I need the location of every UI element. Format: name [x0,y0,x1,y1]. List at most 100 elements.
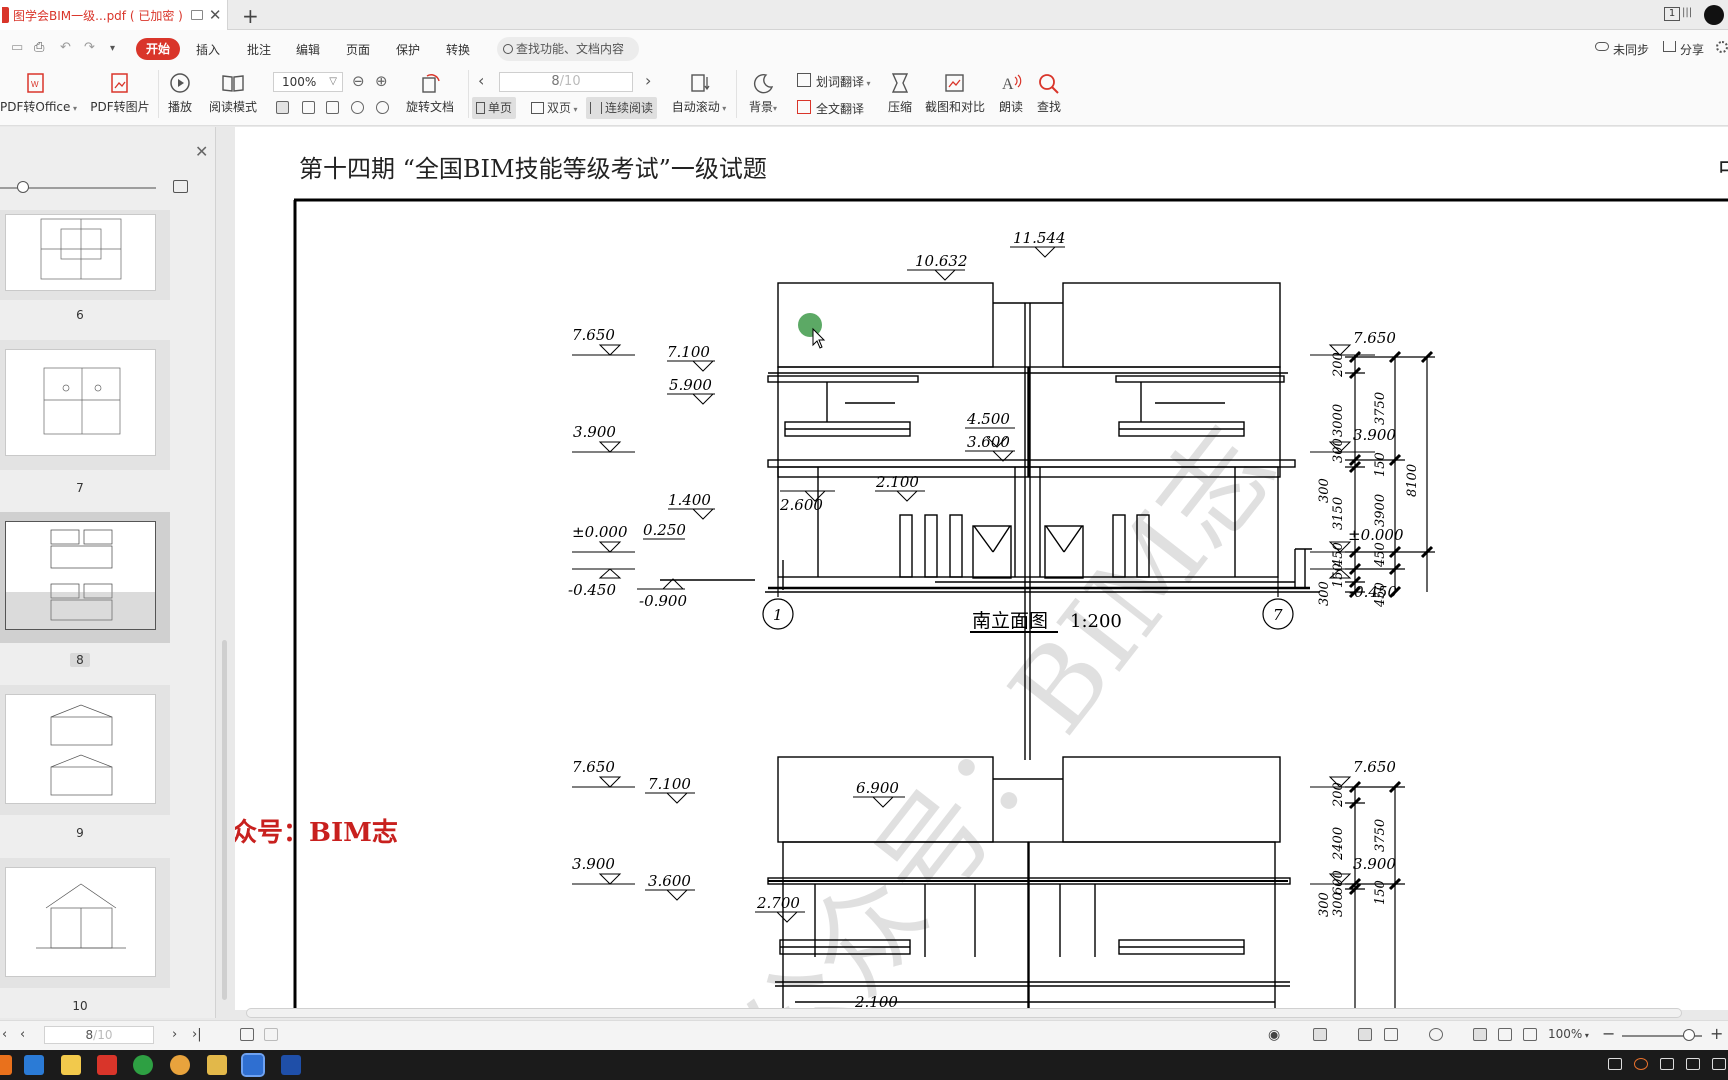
share-button[interactable]: 分享 [1680,41,1704,58]
taskbar-app-icon[interactable] [97,1055,117,1075]
close-icon[interactable]: ✕ [195,142,208,161]
document-tab[interactable]: 图学会BIM一级...pdf ( 已加密 ) ✕ [0,0,228,30]
tray-icon[interactable] [1608,1058,1622,1070]
play-icon[interactable] [1429,1028,1443,1041]
new-tab-button[interactable]: + [242,4,259,28]
next-page-icon[interactable]: › [172,1027,177,1042]
taskbar-app-icon[interactable] [61,1055,81,1075]
fit-width-icon[interactable] [1523,1028,1537,1041]
search-input[interactable]: 查找功能、文档内容 [497,37,639,61]
compress-button[interactable]: 压缩 [884,72,916,115]
menu-protect[interactable]: 保护 [396,41,420,58]
sync-status[interactable]: 未同步 [1613,41,1649,58]
actual-size-icon[interactable] [276,101,289,114]
forward-icon[interactable] [264,1028,278,1041]
thumbnail-page-10[interactable] [0,858,170,988]
dimension-label: 3900 [1373,494,1388,527]
revit-icon[interactable] [281,1055,301,1075]
prev-page-icon[interactable]: ‹ [20,1027,25,1042]
tab-window-icon[interactable] [190,10,203,20]
continuous-read-button[interactable]: 连续阅读 [586,97,658,119]
save-icon[interactable]: ▭ [11,40,23,55]
thumbnail-page-8[interactable] [0,512,170,643]
zoom-select[interactable]: 100% ▽ [273,72,343,92]
rotate-document-button[interactable]: 旋转文档 [405,72,455,115]
prev-page-icon[interactable]: ‹ [478,71,484,90]
document-viewport[interactable]: 第十四期 “全国BIM技能等级考试”一级试题 中 公众号：BIM志 [235,127,1728,1010]
pdf-to-office-button[interactable]: W PDF转Office ▾ [0,72,77,115]
slider-handle[interactable] [17,181,29,193]
full-translate-button[interactable]: 全文翻译 [816,100,864,117]
screenshot-compare-button[interactable]: 截图和对比 [924,72,986,115]
avatar[interactable] [1704,5,1724,25]
window-list-icon[interactable]: ||| [1682,7,1692,18]
double-page-button[interactable]: 双页 ▾ [527,97,582,119]
actual-size-icon[interactable] [1473,1028,1487,1041]
single-page-icon[interactable] [1358,1028,1372,1041]
gear-icon[interactable] [1716,41,1728,53]
fit-page-icon[interactable] [1498,1028,1512,1041]
zoom-in-icon[interactable]: ⊕ [375,72,388,90]
zoom-out-icon[interactable]: ⊖ [352,72,365,90]
taskbar-app-icon[interactable] [133,1055,153,1075]
battery-icon[interactable] [1686,1058,1700,1070]
single-page-button[interactable]: 单页 [472,97,517,119]
status-page-input[interactable]: 8/10 [44,1026,154,1044]
zoom-slider-handle[interactable] [1683,1029,1695,1041]
page-number-input[interactable]: 8/10 [499,72,633,92]
fit-width-icon[interactable] [326,101,339,114]
menu-start[interactable]: 开始 [136,38,180,60]
word-icon[interactable] [241,1053,265,1077]
quick-access-dropdown-icon[interactable]: ▾ [110,43,115,54]
auto-scroll-button[interactable]: 自动滚动 ▾ [670,72,728,115]
horizontal-scrollbar[interactable] [246,1008,1682,1018]
zoom-out-icon[interactable]: − [1602,1024,1615,1043]
sidebar-scrollbar[interactable] [222,640,227,1000]
elevation-title: 南立面图 [972,610,1048,632]
volume-icon[interactable] [1712,1058,1726,1070]
eye-icon[interactable]: ◉ [1268,1027,1280,1043]
word-translate-button[interactable]: 划词翻译 ▾ [816,73,871,90]
read-mode-button[interactable]: 阅读模式 [207,72,259,115]
thumbnail-page-9[interactable] [0,685,170,815]
redo-icon[interactable]: ↷ [84,40,95,55]
image-icon[interactable] [173,180,188,193]
chrome-icon[interactable] [170,1055,190,1075]
thumbnail-image [5,214,156,291]
window-count-badge[interactable]: 1 [1664,7,1680,21]
status-zoom[interactable]: 100% ▾ [1548,1027,1589,1041]
fit-page-icon[interactable] [302,101,315,114]
dimension-label: 150 [1373,880,1388,905]
rotate-left-icon[interactable] [351,101,364,114]
background-button[interactable]: 背景▾ [745,72,781,115]
taskbar-app-icon[interactable] [0,1055,12,1075]
close-icon[interactable]: ✕ [209,6,222,24]
print-icon[interactable]: ⎙ [34,40,44,55]
taskbar-app-icon[interactable] [24,1055,44,1075]
back-icon[interactable] [240,1028,254,1041]
first-page-icon[interactable]: ‹ [2,1027,7,1042]
inner-level-label: 11.544 [1013,229,1066,247]
thumbnail-page-6[interactable] [0,210,170,300]
thumbnail-page-7[interactable] [0,340,170,470]
read-aloud-button[interactable]: A 朗读 [996,72,1026,115]
find-button[interactable]: 查找 [1034,72,1064,115]
last-page-icon[interactable]: ›| [192,1027,202,1042]
rotate-right-icon[interactable] [376,101,389,114]
menu-convert[interactable]: 转换 [446,41,470,58]
microphone-icon[interactable] [1634,1058,1648,1070]
double-page-icon[interactable] [1384,1028,1398,1041]
folder-icon[interactable] [207,1055,227,1075]
network-icon[interactable] [1660,1058,1674,1070]
pdf-to-image-button[interactable]: PDF转图片 [89,72,151,115]
menu-page[interactable]: 页面 [346,41,370,58]
menu-annotate[interactable]: 批注 [247,41,271,58]
continuous-read-icon[interactable] [1313,1028,1327,1041]
dimension-label: 300 [1317,892,1332,917]
undo-icon[interactable]: ↶ [60,40,71,55]
menu-edit[interactable]: 编辑 [296,41,320,58]
play-button[interactable]: 播放 [165,72,195,115]
zoom-in-icon[interactable]: + [1710,1024,1723,1043]
menu-insert[interactable]: 插入 [196,41,220,58]
next-page-icon[interactable]: › [645,71,651,90]
